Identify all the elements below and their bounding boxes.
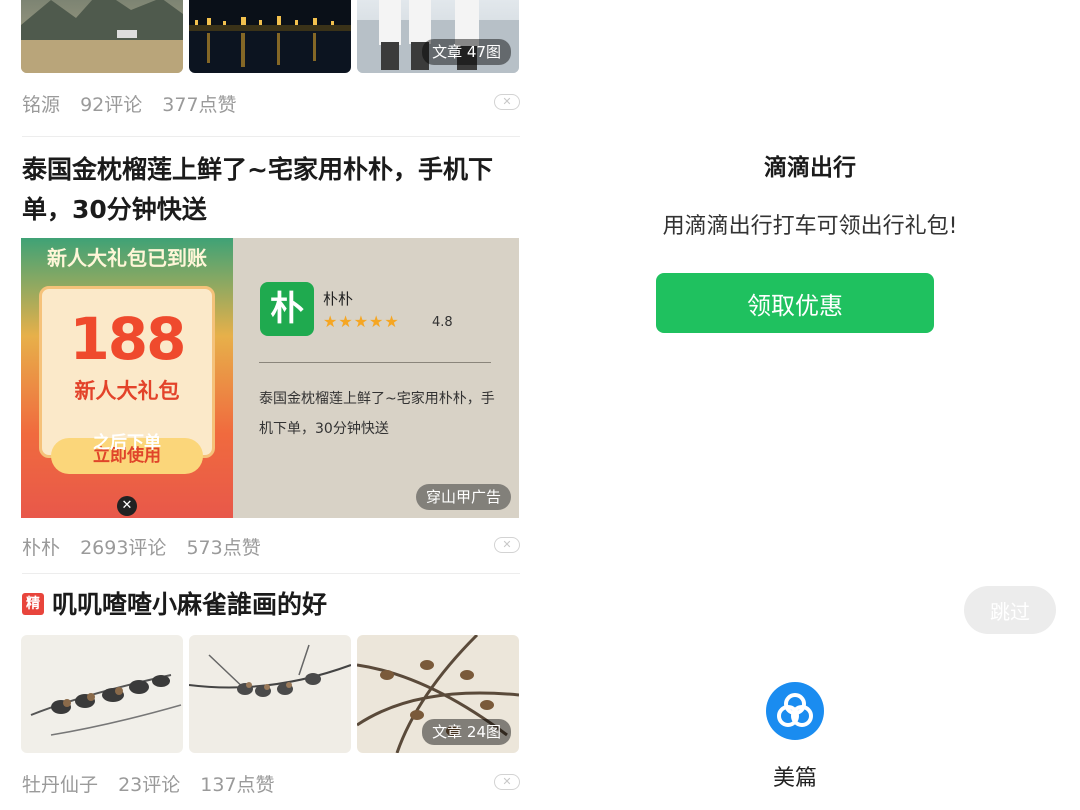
post3-dismiss-button[interactable]: ✕ [494,774,520,790]
post3-author[interactable]: 牡丹仙子 [22,774,98,796]
brand-name: 美篇 [772,766,817,791]
splash-ad-screen: 滴滴出行 用滴滴出行打车可领出行礼包! 领取优惠 跳过 美篇 [540,0,1080,810]
skip-button[interactable]: 跳过 [964,586,1056,634]
app-logo-icon[interactable]: 朴 [260,282,314,336]
post2-author[interactable]: 朴朴 [22,537,60,559]
divider [22,136,520,137]
post1-image-count-badge: 文章 47图 [422,39,511,65]
divider [22,573,520,574]
post1-like-count: 377点赞 [162,94,237,116]
ad-poster-banner: 新人大礼包已到账 [47,246,207,270]
post3-title[interactable]: 叽叽喳喳小麻雀誰画的好 [52,585,512,625]
divider [259,362,491,363]
post1-image-3[interactable]: 文章 47图 [357,0,519,73]
post1-image-1[interactable] [21,0,183,73]
post1-meta: 铭源 92评论 377点赞 [22,90,251,117]
ad-close-icon[interactable]: ✕ [117,496,137,516]
post3-like-count: 137点赞 [200,774,275,796]
close-icon: ✕ [502,95,512,108]
post2-comment-count: 2693评论 [80,537,167,559]
meipian-logo-icon [766,682,824,740]
post3-image-2[interactable] [189,635,351,753]
post2-like-count: 573点赞 [186,537,261,559]
post3-image-1[interactable] [21,635,183,753]
post3-image-count-badge: 文章 24图 [422,719,511,745]
ad-poster-image[interactable]: 新人大礼包已到账 188 新人大礼包 立即使用 之后下单 ✕ [21,238,233,518]
splash-ad-title: 滴滴出行 [764,155,856,181]
app-name: 朴朴 [323,290,354,308]
post1-dismiss-button[interactable]: ✕ [494,94,520,110]
post1-author[interactable]: 铭源 [22,94,60,116]
post3-image-3[interactable]: 文章 24图 [357,635,519,753]
splash-ad-subtitle: 用滴滴出行打车可领出行礼包! [662,214,958,239]
claim-offer-button[interactable]: 领取优惠 [656,273,934,333]
post2-title[interactable]: 泰国金枕榴莲上鲜了~宅家用朴朴，手机下单，30分钟快送 [22,150,512,230]
ad-source-tag: 穿山甲广告 [415,484,511,510]
post1-image-2[interactable] [189,0,351,73]
landscape-illustration [21,0,183,73]
close-icon: ✕ [502,775,512,788]
post2-dismiss-button[interactable]: ✕ [494,537,520,553]
ad-poster-after-label: 之后下单 [93,433,161,453]
post1-comment-count: 92评论 [80,94,143,116]
featured-badge-icon: 精 [22,593,44,615]
sponsored-ad-card[interactable]: 新人大礼包已到账 188 新人大礼包 立即使用 之后下单 ✕ 朴 朴朴 ★★★★… [21,238,519,518]
close-icon: ✕ [502,538,512,551]
app-rating-value: 4.8 [432,315,453,330]
night-city-illustration [189,0,351,67]
sparrow-painting-illustration [189,644,351,697]
sparrow-painting-illustration [30,674,182,736]
ad-description: 泰国金枕榴莲上鲜了~宅家用朴朴，手机下单，30分钟快送 [259,391,495,437]
ad-poster-amount: 188 [69,305,186,373]
post3-meta: 牡丹仙子 23评论 137点赞 [22,770,289,797]
star-rating-icon: ★★★★★ [323,312,400,331]
post3-comment-count: 23评论 [118,774,181,796]
ad-poster-gift-label: 新人大礼包 [74,379,180,403]
post2-meta: 朴朴 2693评论 573点赞 [22,533,275,560]
article-feed[interactable]: 文章 47图 铭源 92评论 377点赞 ✕ 泰国金枕榴莲上鲜了~宅家用朴朴，手… [0,0,540,810]
